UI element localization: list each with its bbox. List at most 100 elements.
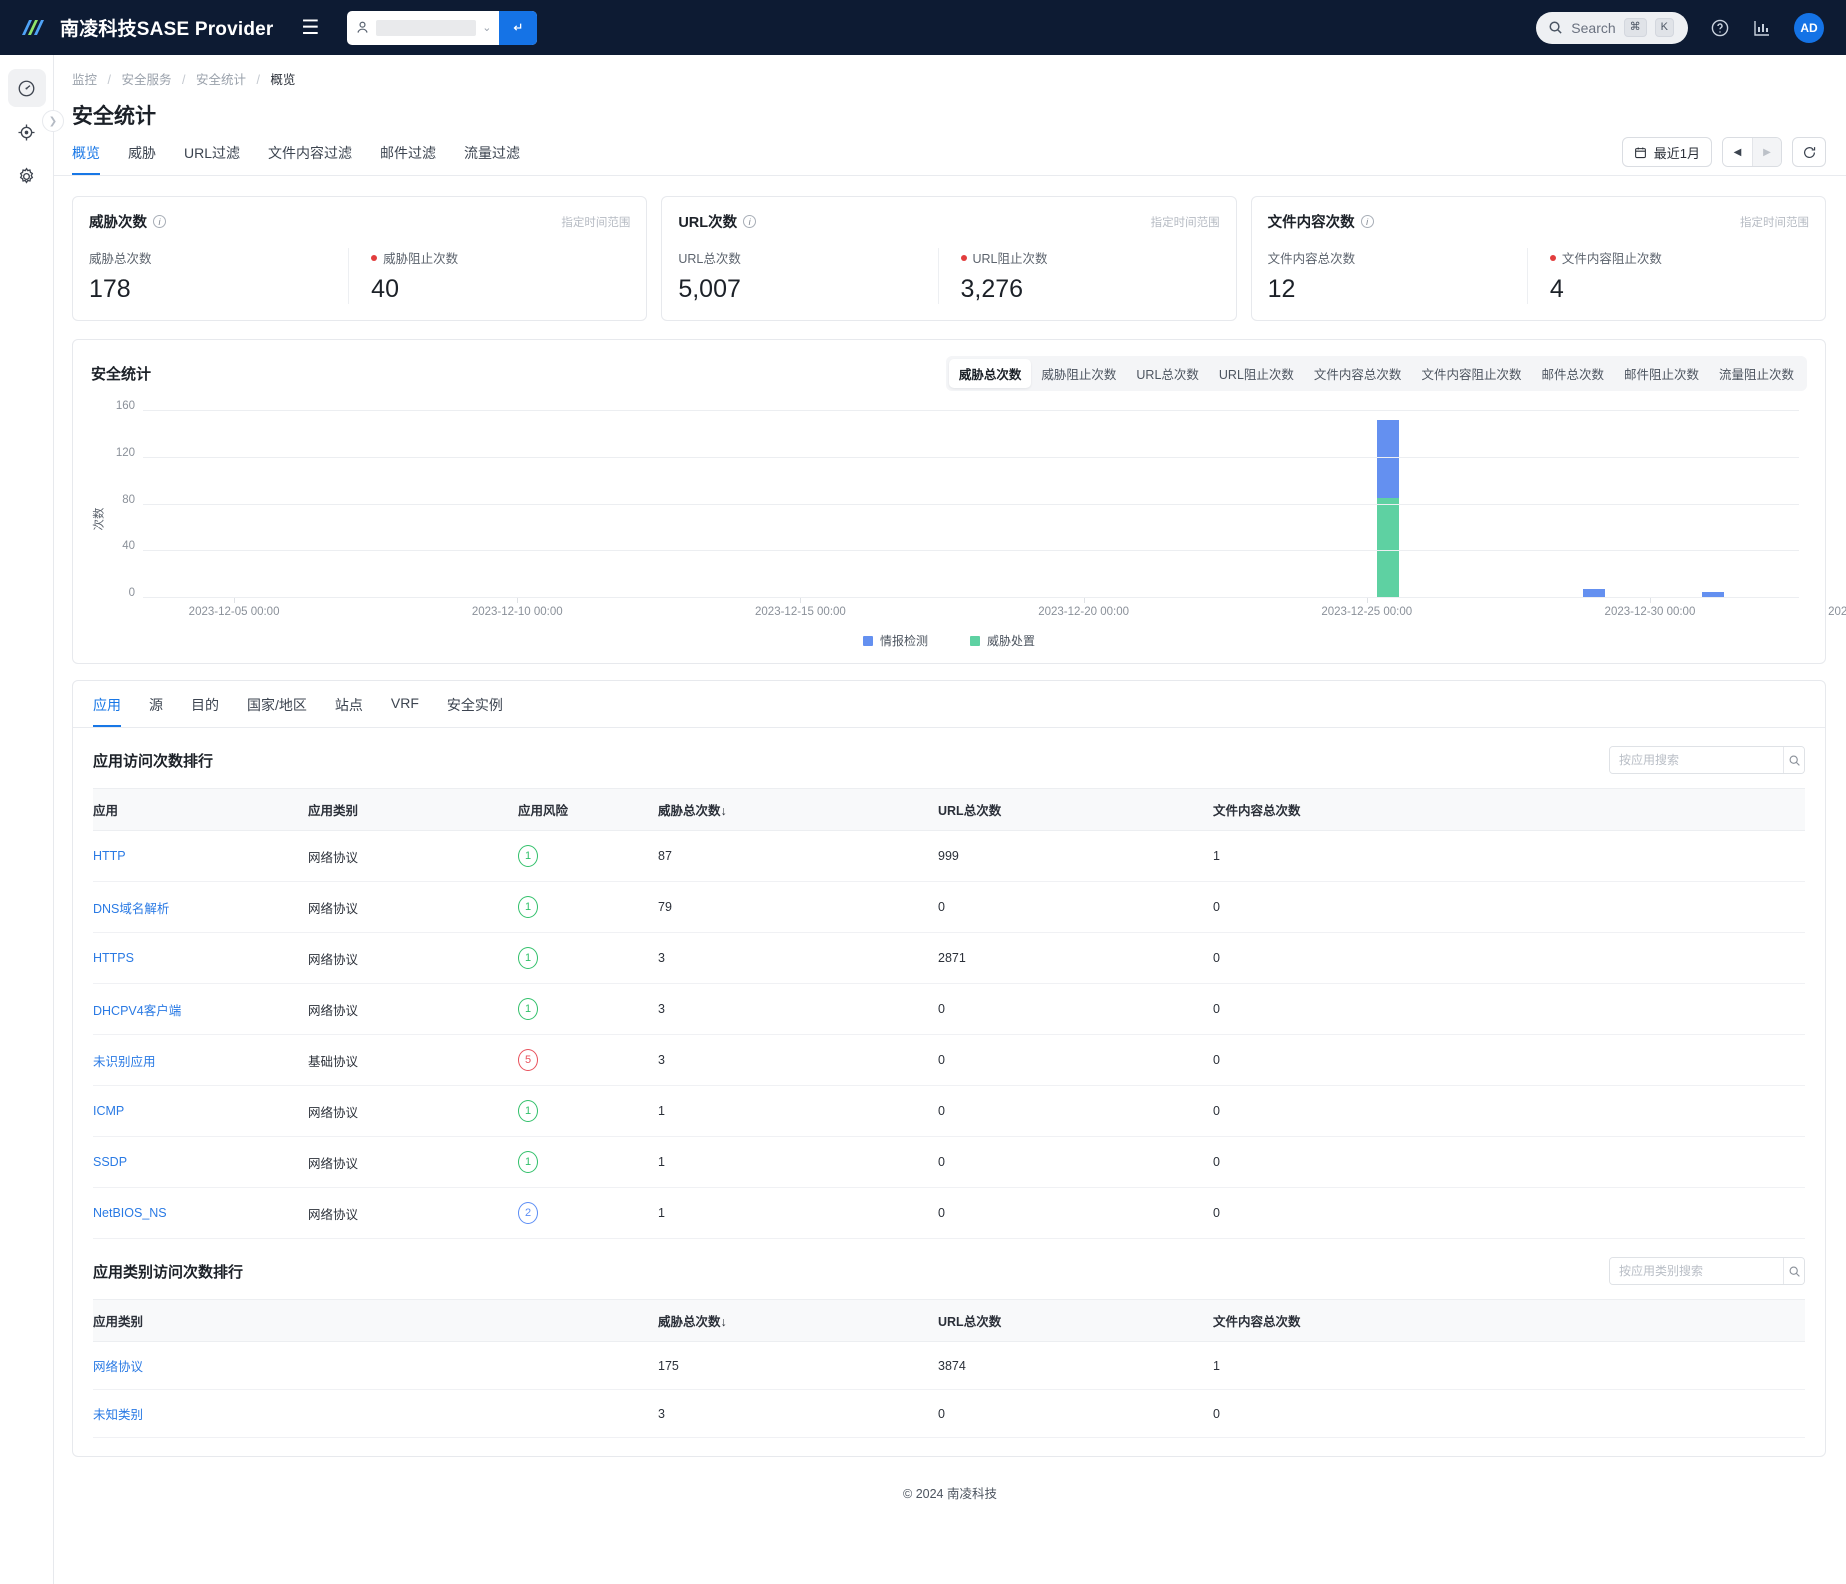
app-link[interactable]: ICMP xyxy=(93,1104,124,1118)
app-search-input[interactable] xyxy=(1610,747,1783,773)
target-icon xyxy=(18,123,35,141)
chart-metric-segment-0[interactable]: 威胁总次数 xyxy=(948,359,1032,388)
global-search[interactable]: Search ⌘ K xyxy=(1536,11,1688,44)
app-table-head: 应用访问次数排行 xyxy=(73,728,1825,788)
tab-mail-filter[interactable]: 邮件过滤 xyxy=(380,143,436,175)
cell-url-total: 0 xyxy=(938,1187,1213,1239)
category-search-button[interactable] xyxy=(1783,1258,1804,1284)
chart-bar[interactable] xyxy=(1377,420,1400,598)
sidebar-item-monitor[interactable] xyxy=(8,113,46,151)
col-threat-total[interactable]: 威胁总次数↓ xyxy=(658,788,938,831)
sidebar-item-settings[interactable] xyxy=(8,157,46,195)
search-icon xyxy=(1549,21,1562,34)
kpi-card-threat: 威胁次数 i 指定时间范围 威胁总次数 178 威胁阻止次数 40 xyxy=(72,196,648,321)
col-url-total[interactable]: URL总次数 xyxy=(938,788,1213,831)
chart-metric-segment-4[interactable]: 文件内容总次数 xyxy=(1304,359,1412,388)
chart-metric-segment-1[interactable]: 威胁阻止次数 xyxy=(1031,359,1126,388)
cell-file-total: 0 xyxy=(1213,1136,1805,1188)
col-file-total[interactable]: 文件内容总次数 xyxy=(1213,1299,1805,1342)
chart-metric-segment-7[interactable]: 邮件阻止次数 xyxy=(1614,359,1709,388)
chart-x-tickmark xyxy=(1083,598,1085,603)
kpi-title-text: URL次数 xyxy=(678,215,738,231)
sub-tab-4[interactable]: 站点 xyxy=(335,695,363,727)
chart-metric-segment-2[interactable]: URL总次数 xyxy=(1126,359,1209,388)
kpi-head: URL次数 i 指定时间范围 xyxy=(678,211,1220,232)
analytics-icon[interactable] xyxy=(1752,18,1772,38)
app-link[interactable]: DHCPV4客户端 xyxy=(93,1004,181,1018)
chart-metric-segment-6[interactable]: 邮件总次数 xyxy=(1531,359,1614,388)
tab-traffic-filter[interactable]: 流量过滤 xyxy=(464,143,520,175)
app-search-button[interactable] xyxy=(1783,747,1804,773)
legend-item-intel-detect[interactable]: 情报检测 xyxy=(862,632,928,649)
tab-url-filter[interactable]: URL过滤 xyxy=(184,143,240,175)
next-range-button[interactable]: ▶ xyxy=(1752,138,1781,166)
col-threat-total[interactable]: 威胁总次数↓ xyxy=(658,1299,938,1342)
info-icon[interactable]: i xyxy=(153,215,166,228)
hamburger-icon[interactable]: ☰ xyxy=(302,18,320,38)
app-link[interactable]: HTTPS xyxy=(93,951,134,965)
cell-threat-total: 3 xyxy=(658,983,938,1035)
kpi-title-text: 威胁次数 xyxy=(89,215,147,231)
cell-app: HTTP xyxy=(93,830,308,882)
help-icon[interactable] xyxy=(1710,18,1730,38)
sub-tab-3[interactable]: 国家/地区 xyxy=(247,695,307,727)
tab-file-content-filter[interactable]: 文件内容过滤 xyxy=(268,143,352,175)
sidebar-item-dashboard[interactable] xyxy=(7,69,46,107)
kpi-range-link[interactable]: 指定时间范围 xyxy=(561,214,630,230)
cell-threat-total: 87 xyxy=(658,830,938,882)
chart-metric-segment-5[interactable]: 文件内容阻止次数 xyxy=(1411,359,1531,388)
info-icon[interactable]: i xyxy=(1360,215,1374,228)
chart-metric-segment-3[interactable]: URL阻止次数 xyxy=(1209,359,1304,388)
date-range-button[interactable]: 最近1月 xyxy=(1621,137,1712,167)
table-row: 网络协议 175 3874 1 xyxy=(93,1341,1805,1390)
sub-tab-0[interactable]: 应用 xyxy=(93,695,121,727)
cell-url-total: 0 xyxy=(938,1085,1213,1137)
tenant-selector-field[interactable]: ⌄ xyxy=(347,11,499,45)
tenant-selector[interactable]: ⌄ xyxy=(347,10,538,45)
tab-threat[interactable]: 威胁 xyxy=(128,143,156,175)
col-app[interactable]: 应用 xyxy=(93,788,308,831)
tab-overview[interactable]: 概览 xyxy=(72,143,100,175)
sub-tab-1[interactable]: 源 xyxy=(149,695,163,727)
col-category[interactable]: 应用类别 xyxy=(93,1299,658,1342)
app-link[interactable]: 未识别应用 xyxy=(93,1055,156,1069)
cell-risk: 1 xyxy=(518,881,658,933)
category-link[interactable]: 未知类别 xyxy=(93,1408,143,1422)
app-link[interactable]: DNS域名解析 xyxy=(93,902,169,916)
rail-expand-button[interactable]: ❯ xyxy=(42,110,64,132)
table-row: HTTP 网络协议 1 87 999 1 xyxy=(93,830,1805,882)
app-link[interactable]: NetBIOS_NS xyxy=(93,1206,167,1220)
chart-metric-segment-8[interactable]: 流量阻止次数 xyxy=(1709,359,1804,388)
app-search-box[interactable] xyxy=(1609,746,1805,774)
kpi-label-text: 文件内容阻止次数 xyxy=(1561,252,1662,266)
col-app-category[interactable]: 应用类别 xyxy=(308,788,518,831)
legend-item-threat-handling[interactable]: 威胁处置 xyxy=(970,632,1035,649)
avatar[interactable]: AD xyxy=(1794,12,1824,43)
cell-risk: 1 xyxy=(518,932,658,984)
kpi-range-link[interactable]: 指定时间范围 xyxy=(1151,214,1220,230)
kpi-range-link[interactable]: 指定时间范围 xyxy=(1740,214,1809,230)
cell-threat-total: 1 xyxy=(658,1187,938,1239)
breadcrumb-item-0[interactable]: 监控 xyxy=(72,73,97,87)
cell-category: 网络协议 xyxy=(308,881,518,933)
sub-tab-5[interactable]: VRF xyxy=(391,695,419,727)
col-url-total[interactable]: URL总次数 xyxy=(938,1299,1213,1342)
info-icon[interactable]: i xyxy=(743,215,757,228)
col-app-risk[interactable]: 应用风险 xyxy=(518,788,658,831)
sub-tab-6[interactable]: 安全实例 xyxy=(447,695,503,727)
breadcrumb-item-1[interactable]: 安全服务 xyxy=(121,73,171,87)
chart-gridline xyxy=(143,410,1799,411)
col-file-total[interactable]: 文件内容总次数 xyxy=(1213,788,1805,831)
app-link[interactable]: SSDP xyxy=(93,1155,127,1169)
tenant-apply-button[interactable] xyxy=(499,10,538,45)
table-row: 未识别应用 基础协议 5 3 0 0 xyxy=(93,1034,1805,1086)
category-search-input[interactable] xyxy=(1610,1258,1783,1284)
app-link[interactable]: HTTP xyxy=(93,849,126,863)
prev-range-button[interactable]: ◀ xyxy=(1723,138,1752,166)
category-search-box[interactable] xyxy=(1609,1257,1805,1285)
cell-app: DNS域名解析 xyxy=(93,881,308,933)
refresh-button[interactable] xyxy=(1792,137,1826,167)
category-link[interactable]: 网络协议 xyxy=(93,1360,143,1374)
sub-tab-2[interactable]: 目的 xyxy=(191,695,219,727)
breadcrumb-item-2[interactable]: 安全统计 xyxy=(196,73,246,87)
